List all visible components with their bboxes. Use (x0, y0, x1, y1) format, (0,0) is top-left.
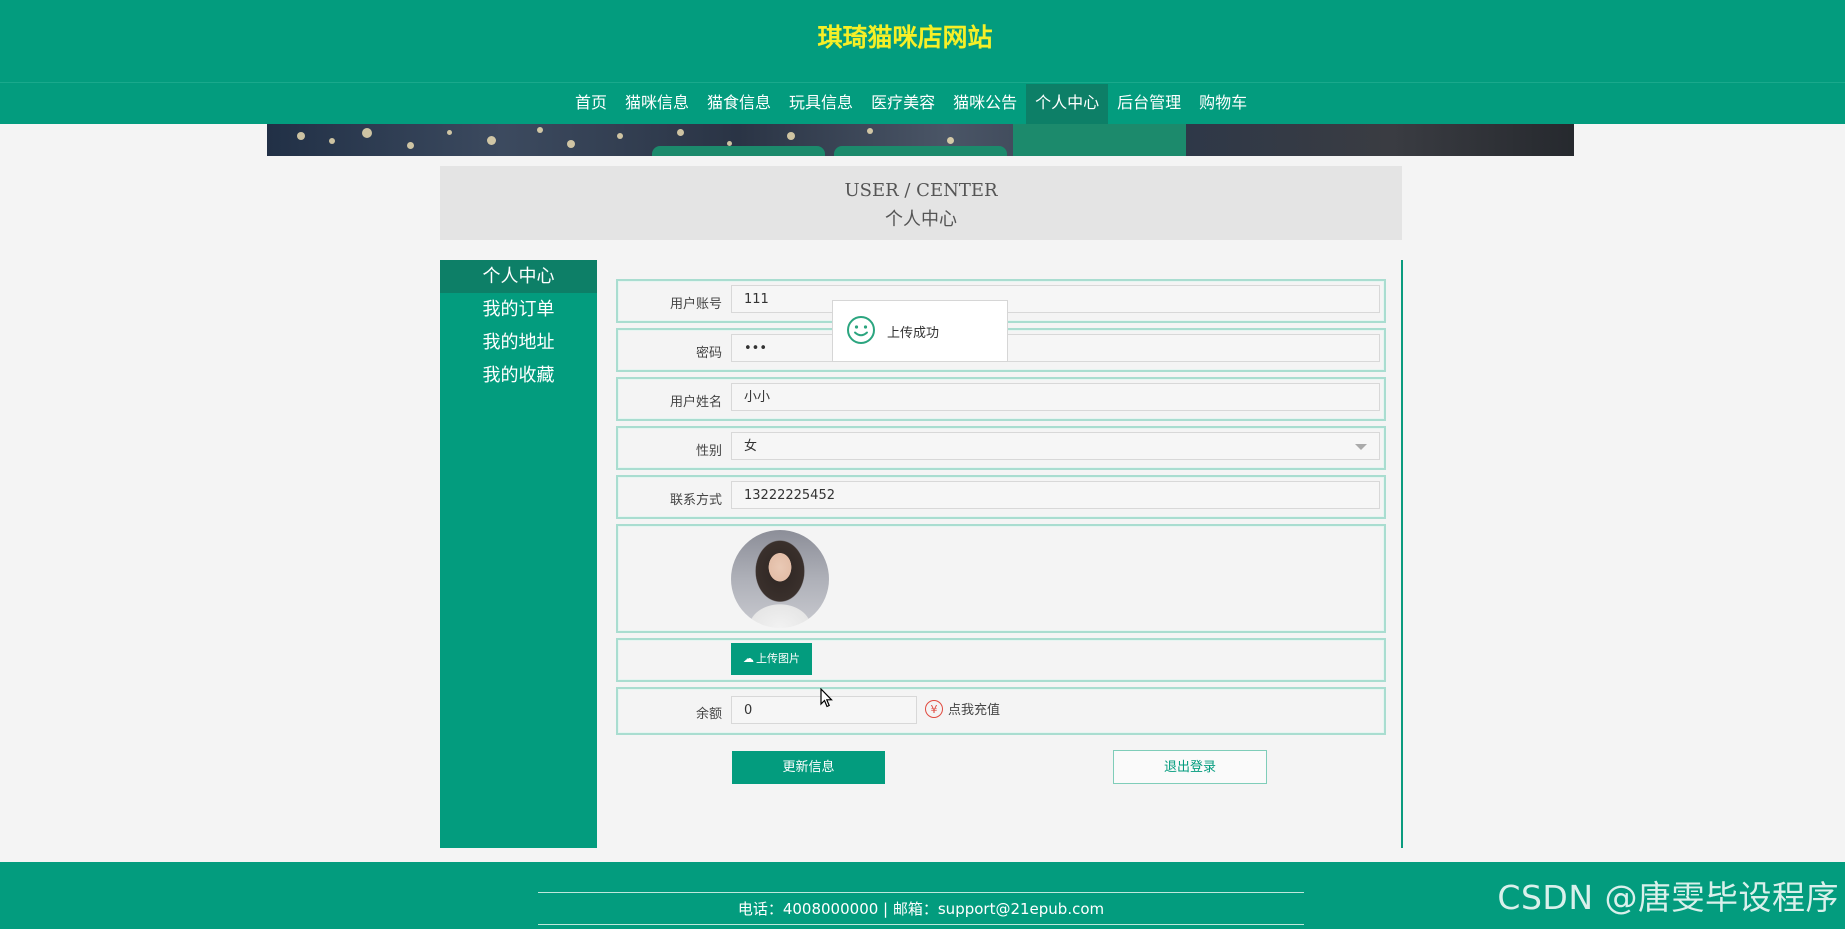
upload-button-label: 上传图片 (756, 652, 800, 665)
account-input[interactable]: 111 (731, 285, 1380, 313)
gender-value: 女 (744, 439, 758, 454)
nav-divider (0, 82, 1845, 83)
gender-label: 性别 (695, 444, 722, 459)
upload-success-toast: 上传成功 (832, 300, 1008, 362)
chevron-down-icon (1355, 444, 1367, 450)
phone-input[interactable]: 13222225452 (731, 481, 1380, 509)
nav-item-home[interactable]: 首页 (566, 84, 616, 124)
nav-item-medical-beauty[interactable]: 医疗美容 (862, 84, 944, 124)
top-header: 琪琦猫咪店网站 首页 猫咪信息 猫食信息 玩具信息 医疗美容 猫咪公告 个人中心… (0, 0, 1845, 124)
form-row-upload: ☁ 上传图片 (616, 638, 1386, 682)
watermark: CSDN @唐雯毕设程序 (1497, 878, 1839, 917)
balance-label: 余额 (695, 707, 722, 722)
toast-message: 上传成功 (887, 326, 940, 341)
update-info-button[interactable]: 更新信息 (732, 751, 885, 784)
yen-icon: ¥ (925, 699, 943, 718)
sidebar-item-orders[interactable]: 我的订单 (440, 293, 597, 326)
banner-image (267, 124, 1574, 156)
nav-item-cat-food[interactable]: 猫食信息 (698, 84, 780, 124)
avatar-image (731, 530, 829, 628)
nav-item-toys[interactable]: 玩具信息 (780, 84, 862, 124)
nav-item-admin[interactable]: 后台管理 (1108, 84, 1190, 124)
site-title: 琪琦猫咪店网站 (817, 23, 993, 52)
phone-label: 联系方式 (669, 493, 722, 508)
sidebar-item-addresses[interactable]: 我的地址 (440, 326, 597, 359)
nav-item-cat-info[interactable]: 猫咪信息 (616, 84, 698, 124)
form-row-gender: 性别 女 (616, 426, 1386, 470)
password-input[interactable]: ••• (731, 334, 1380, 362)
sidebar-item-favorites[interactable]: 我的收藏 (440, 359, 597, 392)
upload-image-button[interactable]: ☁ 上传图片 (731, 643, 812, 675)
form-row-balance: 余额 0 ¥ 点我充值 (616, 687, 1386, 735)
footer-divider-bottom (538, 924, 1304, 925)
footer-contact: 电话：4008000000 | 邮箱：support@21epub.com (737, 900, 1105, 918)
password-label: 密码 (695, 346, 722, 361)
nav-item-announcements[interactable]: 猫咪公告 (944, 84, 1026, 124)
footer-divider-top (538, 892, 1304, 893)
cloud-upload-icon: ☁ (743, 652, 754, 665)
name-label: 用户姓名 (669, 395, 722, 410)
form-row-phone: 联系方式 13222225452 (616, 475, 1386, 519)
gender-select[interactable]: 女 (731, 432, 1380, 460)
content-divider (1401, 260, 1403, 848)
name-input[interactable]: 小小 (731, 383, 1380, 411)
logout-button[interactable]: 退出登录 (1113, 750, 1267, 784)
mouse-cursor-icon (820, 688, 833, 708)
recharge-label: 点我充值 (948, 703, 1001, 718)
account-label: 用户账号 (669, 297, 722, 312)
form-row-name: 用户姓名 小小 (616, 377, 1386, 421)
sidebar: 个人中心 我的订单 我的地址 我的收藏 (440, 260, 597, 848)
smile-icon (847, 316, 875, 344)
nav-item-user-center[interactable]: 个人中心 (1026, 84, 1109, 124)
main-nav: 首页 猫咪信息 猫食信息 玩具信息 医疗美容 猫咪公告 个人中心 后台管理 购物… (566, 84, 1256, 124)
page-header-en: USER / CENTER (844, 180, 998, 201)
recharge-link[interactable]: ¥ 点我充值 (925, 699, 1000, 718)
sidebar-item-user-center[interactable]: 个人中心 (440, 260, 597, 293)
page-header: USER / CENTER 个人中心 (440, 166, 1402, 240)
page-header-zh: 个人中心 (885, 209, 957, 230)
nav-item-cart[interactable]: 购物车 (1190, 84, 1256, 124)
form-row-avatar (616, 524, 1386, 633)
